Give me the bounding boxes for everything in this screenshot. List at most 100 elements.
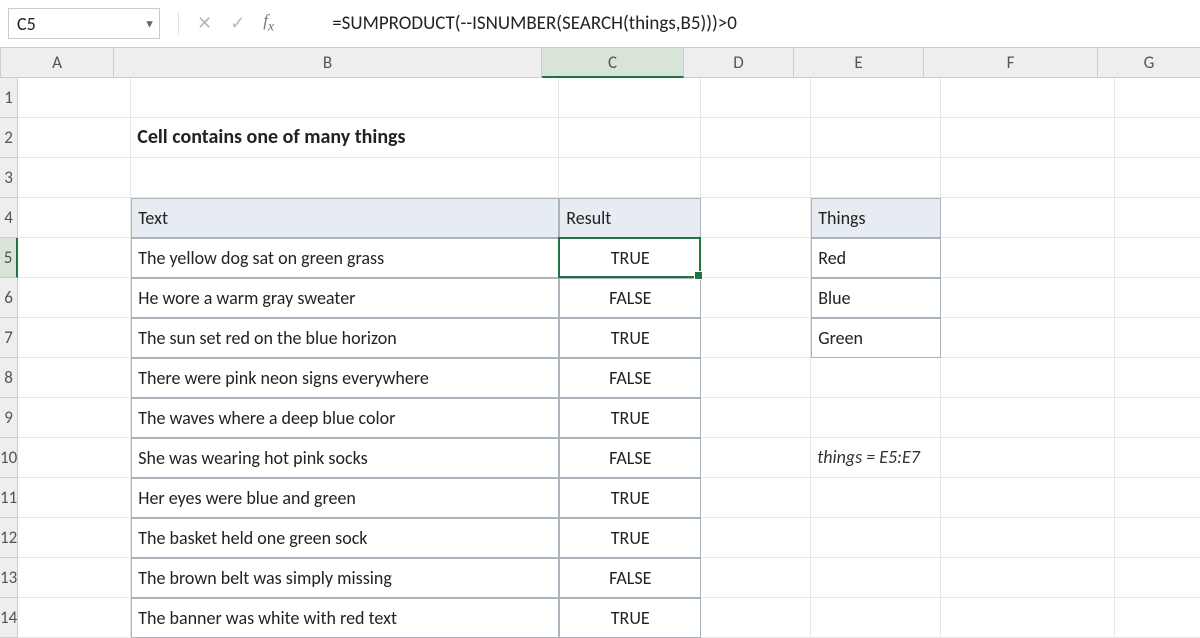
cell[interactable]: [18, 398, 131, 438]
cell[interactable]: [701, 238, 811, 278]
text-cell[interactable]: The basket held one green sock: [131, 518, 559, 558]
enter-icon[interactable]: ✓: [230, 12, 245, 34]
text-cell[interactable]: The yellow dog sat on green grass: [131, 238, 559, 278]
column-header[interactable]: B: [114, 48, 542, 78]
cell[interactable]: [941, 78, 1115, 118]
cell[interactable]: [18, 438, 131, 478]
cell[interactable]: [18, 278, 131, 318]
cell[interactable]: [701, 558, 811, 598]
cell[interactable]: [701, 198, 811, 238]
cell[interactable]: [811, 518, 941, 558]
row-header[interactable]: 12: [0, 518, 18, 558]
result-cell[interactable]: TRUE: [559, 398, 701, 438]
cell[interactable]: [18, 238, 131, 278]
cell[interactable]: [701, 478, 811, 518]
cell[interactable]: [701, 158, 811, 198]
cell[interactable]: [1115, 598, 1200, 638]
result-cell[interactable]: TRUE: [559, 238, 701, 278]
row-header[interactable]: 10: [0, 438, 18, 478]
cell[interactable]: [1115, 238, 1200, 278]
cell[interactable]: [18, 78, 131, 118]
row-header[interactable]: 14: [0, 598, 18, 638]
cell[interactable]: [18, 118, 131, 158]
cell[interactable]: [941, 318, 1115, 358]
text-cell[interactable]: The waves where a deep blue color: [131, 398, 559, 438]
result-cell[interactable]: TRUE: [559, 478, 701, 518]
result-cell[interactable]: FALSE: [559, 438, 701, 478]
cell[interactable]: [18, 158, 131, 198]
cell[interactable]: [941, 158, 1115, 198]
cell[interactable]: [701, 518, 811, 558]
page-title[interactable]: Cell contains one of many things: [131, 118, 559, 158]
cell[interactable]: [941, 598, 1115, 638]
name-box[interactable]: C5 ▼: [8, 8, 160, 39]
cell[interactable]: [1115, 438, 1200, 478]
text-cell[interactable]: There were pink neon signs everywhere: [131, 358, 559, 398]
cell[interactable]: [559, 158, 701, 198]
cell[interactable]: [811, 558, 941, 598]
cancel-icon[interactable]: ✕: [197, 12, 212, 34]
column-header[interactable]: C: [542, 48, 684, 78]
cell[interactable]: [701, 438, 811, 478]
row-header[interactable]: 13: [0, 558, 18, 598]
cells-area[interactable]: Cell contains one of many things Text Re…: [18, 78, 1200, 638]
row-header[interactable]: 4: [0, 198, 18, 238]
column-header[interactable]: F: [924, 48, 1098, 78]
row-header[interactable]: 9: [0, 398, 18, 438]
chevron-down-icon[interactable]: ▼: [144, 17, 155, 30]
cell[interactable]: [811, 598, 941, 638]
formula-input[interactable]: =SUMPRODUCT(--ISNUMBER(SEARCH(things,B5)…: [284, 12, 1192, 35]
cell[interactable]: [18, 358, 131, 398]
things-cell[interactable]: Green: [811, 318, 941, 358]
cell[interactable]: [18, 198, 131, 238]
cell[interactable]: [18, 598, 131, 638]
table-header-things[interactable]: Things: [811, 198, 941, 238]
cell[interactable]: [1115, 398, 1200, 438]
cell[interactable]: [18, 478, 131, 518]
cell[interactable]: [941, 278, 1115, 318]
cell[interactable]: [18, 318, 131, 358]
cell[interactable]: [1115, 198, 1200, 238]
text-cell[interactable]: The banner was white with red text: [131, 598, 559, 638]
cell[interactable]: [701, 318, 811, 358]
row-header[interactable]: 2: [0, 118, 18, 158]
row-header[interactable]: 8: [0, 358, 18, 398]
row-header[interactable]: 3: [0, 158, 18, 198]
result-cell[interactable]: TRUE: [559, 518, 701, 558]
cell[interactable]: [701, 78, 811, 118]
cell[interactable]: [941, 198, 1115, 238]
cell[interactable]: [701, 598, 811, 638]
cell[interactable]: [811, 398, 941, 438]
cell[interactable]: [701, 358, 811, 398]
cell[interactable]: [941, 518, 1115, 558]
cell[interactable]: [18, 518, 131, 558]
cell[interactable]: [18, 558, 131, 598]
things-cell[interactable]: Red: [811, 238, 941, 278]
cell[interactable]: [701, 278, 811, 318]
cell[interactable]: [811, 118, 941, 158]
cell[interactable]: [1115, 278, 1200, 318]
row-header[interactable]: 5: [0, 238, 18, 278]
cell[interactable]: [941, 478, 1115, 518]
column-header[interactable]: G: [1098, 48, 1200, 78]
cell[interactable]: [941, 238, 1115, 278]
column-header[interactable]: E: [794, 48, 924, 78]
cell[interactable]: [131, 78, 559, 118]
cell[interactable]: [941, 358, 1115, 398]
cell[interactable]: [1115, 78, 1200, 118]
result-cell[interactable]: TRUE: [559, 318, 701, 358]
cell[interactable]: [701, 118, 811, 158]
cell[interactable]: [559, 118, 701, 158]
result-cell[interactable]: FALSE: [559, 558, 701, 598]
cell[interactable]: [941, 118, 1115, 158]
cell[interactable]: [1115, 558, 1200, 598]
cell[interactable]: [1115, 478, 1200, 518]
fx-icon[interactable]: fx: [263, 11, 274, 35]
cell[interactable]: [811, 358, 941, 398]
result-cell[interactable]: TRUE: [559, 598, 701, 638]
cell[interactable]: [1115, 118, 1200, 158]
cell[interactable]: [941, 558, 1115, 598]
note-cell[interactable]: things = E5:E7: [811, 438, 941, 478]
row-header[interactable]: 1: [0, 78, 18, 118]
text-cell[interactable]: The sun set red on the blue horizon: [131, 318, 559, 358]
